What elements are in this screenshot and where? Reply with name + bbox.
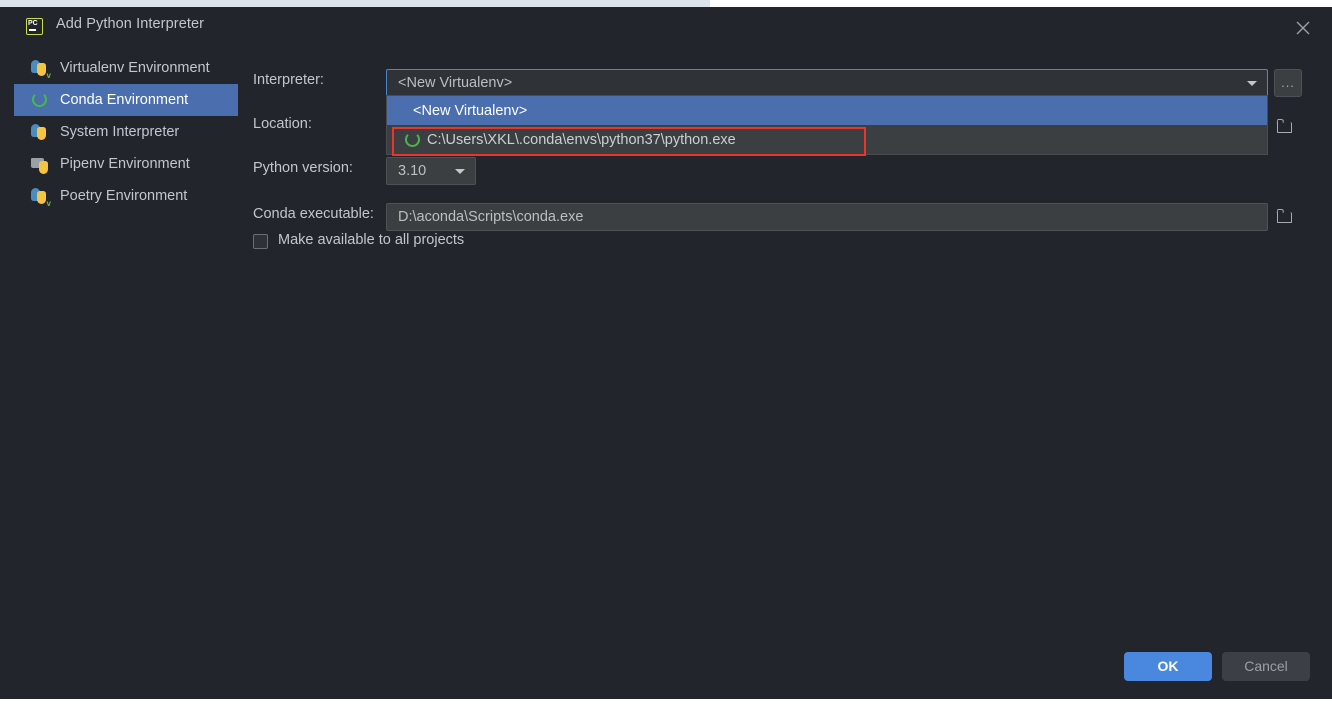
dropdown-option-label: <New Virtualenv> [413,102,528,119]
location-folder-icon[interactable] [1270,113,1300,141]
ok-button[interactable]: OK [1124,652,1212,681]
python-version-value: 3.10 [398,163,427,179]
conda-icon [403,130,423,150]
conda-executable-value: D:\aconda\Scripts\conda.exe [398,209,584,225]
chevron-down-icon[interactable] [1247,81,1257,86]
python-version-row: Python version: 3.10 [0,152,1332,186]
dropdown-option-new-virtualenv[interactable]: <New Virtualenv> [387,96,1267,125]
dropdown-option-label: C:\Users\XKL\.conda\envs\python37\python… [427,131,736,148]
conda-executable-row: Conda executable: D:\aconda\Scripts\cond… [0,198,1332,232]
interpreter-value: <New Virtualenv> [398,75,513,91]
conda-executable-folder-icon[interactable] [1270,203,1300,231]
close-icon[interactable] [1288,17,1318,39]
conda-executable-label: Conda executable: [253,206,374,222]
python-version-label: Python version: [253,160,353,176]
ellipsis-icon: ... [1281,75,1295,90]
cancel-button[interactable]: Cancel [1222,652,1310,681]
python-version-combobox[interactable]: 3.10 [386,157,476,185]
make-available-checkbox[interactable] [253,234,268,249]
dropdown-option-conda-python37[interactable]: C:\Users\XKL\.conda\envs\python37\python… [387,125,1267,154]
interpreter-dropdown-popup[interactable]: <New Virtualenv> C:\Users\XKL\.conda\env… [386,95,1268,155]
interpreter-browse-button[interactable]: ... [1274,69,1302,97]
make-available-label: Make available to all projects [278,232,465,248]
ok-button-label: OK [1157,658,1179,674]
interpreter-row: Interpreter: <New Virtualenv> ... [0,64,1332,98]
background-window-strip [0,0,710,7]
chevron-down-icon[interactable] [455,169,465,174]
conda-executable-input[interactable]: D:\aconda\Scripts\conda.exe [386,203,1268,231]
interpreter-combobox[interactable]: <New Virtualenv> [386,69,1268,97]
add-python-interpreter-dialog: PC Add Python Interpreter v Virtualenv E… [0,7,1332,699]
location-label: Location: [253,116,312,132]
dialog-titlebar: PC Add Python Interpreter [0,7,1332,45]
interpreter-label: Interpreter: [253,72,324,88]
pycharm-icon: PC [26,18,43,35]
dialog-title: Add Python Interpreter [56,16,205,32]
cancel-button-label: Cancel [1244,658,1288,674]
